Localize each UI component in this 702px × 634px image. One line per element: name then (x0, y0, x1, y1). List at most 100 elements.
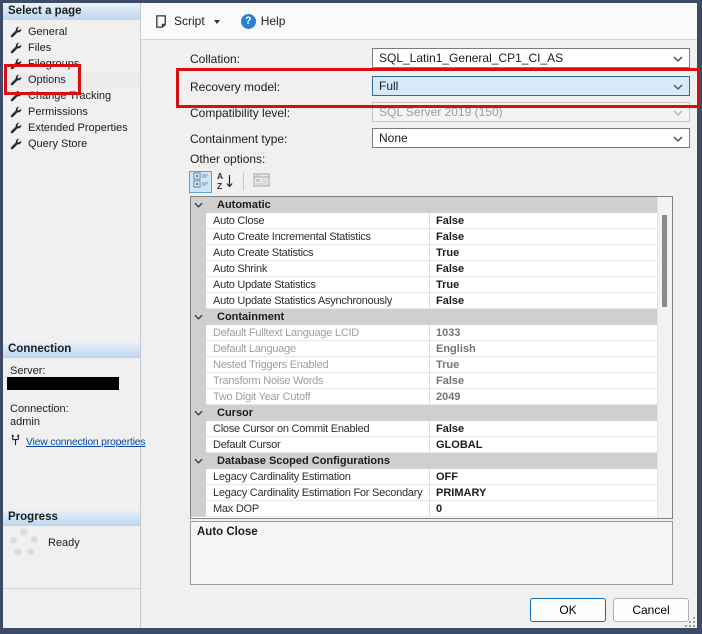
row-gutter (191, 261, 206, 277)
chevron-down-icon (191, 309, 206, 325)
collation-label: Collation: (190, 52, 240, 66)
property-value[interactable]: 0 (430, 501, 658, 517)
sidebar: Select a page General Files Filegroups (3, 3, 141, 628)
server-label: Server: (10, 365, 45, 377)
recovery-model-dropdown[interactable]: Full (372, 76, 690, 96)
property-category-row[interactable]: Cursor (191, 405, 658, 421)
property-label: Default Fulltext Language LCID (206, 325, 430, 341)
sidebar-page-item[interactable]: Options (3, 72, 140, 88)
property-category-label: Database Scoped Configurations (206, 453, 390, 469)
property-row[interactable]: Two Digit Year Cutoff 2049 (191, 389, 658, 405)
progress-status: Ready (48, 537, 80, 549)
property-value[interactable]: False (430, 261, 658, 277)
view-connection-properties-link[interactable]: View connection properties (26, 437, 145, 448)
row-gutter (191, 245, 206, 261)
row-gutter (191, 213, 206, 229)
property-value[interactable]: False (430, 293, 658, 309)
property-category-row[interactable]: Automatic (191, 197, 658, 213)
wrench-icon (10, 90, 22, 102)
property-value[interactable]: English (430, 341, 658, 357)
property-category-row[interactable]: Containment (191, 309, 658, 325)
property-value[interactable]: 2049 (430, 389, 658, 405)
property-row[interactable]: Transform Noise Words False (191, 373, 658, 389)
chevron-down-icon (191, 405, 206, 421)
help-button[interactable]: Help (261, 14, 286, 28)
alphabetical-sort-button[interactable]: A Z (214, 171, 237, 193)
row-gutter (191, 229, 206, 245)
property-category-label: Automatic (206, 197, 271, 213)
sidebar-page-item[interactable]: Filegroups (3, 56, 140, 72)
containment-type-dropdown[interactable]: None (372, 128, 690, 148)
categorized-view-button[interactable] (189, 171, 212, 193)
wrench-icon (10, 42, 22, 54)
help-icon: ? (241, 14, 256, 29)
row-gutter (191, 341, 206, 357)
property-row[interactable]: Auto Update Statistics Asynchronously Fa… (191, 293, 658, 309)
property-category-row[interactable]: Database Scoped Configurations (191, 453, 658, 469)
property-value[interactable]: OFF (430, 469, 658, 485)
row-gutter (191, 469, 206, 485)
property-value[interactable]: False (430, 421, 658, 437)
property-value[interactable]: GLOBAL (430, 437, 658, 453)
property-value[interactable]: False (430, 229, 658, 245)
collation-dropdown[interactable]: SQL_Latin1_General_CP1_CI_AS (372, 48, 690, 68)
sidebar-page-item[interactable]: Query Store (3, 136, 140, 152)
toolbar-separator (243, 173, 244, 190)
property-row[interactable]: Max DOP 0 (191, 501, 658, 517)
property-value[interactable]: 1033 (430, 325, 658, 341)
property-label: Default Cursor (206, 437, 430, 453)
database-properties-window: Select a page General Files Filegroups (0, 0, 702, 634)
property-pages-button (250, 171, 273, 193)
sidebar-page-item[interactable]: Extended Properties (3, 120, 140, 136)
sidebar-page-item[interactable]: Change Tracking (3, 88, 140, 104)
property-row[interactable]: Default Fulltext Language LCID 1033 (191, 325, 658, 341)
property-row[interactable]: Legacy Cardinality Estimation For Second… (191, 485, 658, 501)
row-gutter (191, 373, 206, 389)
sidebar-page-label: Permissions (28, 106, 88, 118)
recovery-model-value: Full (379, 79, 398, 93)
property-row[interactable]: Nested Triggers Enabled True (191, 357, 658, 373)
compatibility-level-dropdown: SQL Server 2019 (150) (372, 102, 690, 122)
select-a-page-header: Select a page (3, 3, 140, 20)
vertical-scrollbar[interactable] (657, 197, 672, 518)
property-value[interactable]: False (430, 213, 658, 229)
property-label: Transform Noise Words (206, 373, 430, 389)
property-value[interactable]: True (430, 357, 658, 373)
server-name-redacted (7, 377, 119, 390)
property-label: Auto Shrink (206, 261, 430, 277)
property-row[interactable]: Default Cursor GLOBAL (191, 437, 658, 453)
property-row[interactable]: Auto Update Statistics True (191, 277, 658, 293)
property-label: Auto Update Statistics (206, 277, 430, 293)
property-row[interactable]: Auto Create Incremental Statistics False (191, 229, 658, 245)
script-dropdown-arrow-icon[interactable] (214, 20, 220, 24)
compatibility-level-label: Compatibility level: (190, 106, 290, 120)
toolbar: Script ? Help (141, 3, 697, 40)
script-button[interactable]: Script (174, 14, 205, 28)
wrench-icon (10, 122, 22, 134)
property-row[interactable]: Close Cursor on Commit Enabled False (191, 421, 658, 437)
sidebar-page-item[interactable]: Files (3, 40, 140, 56)
ok-button[interactable]: OK (530, 598, 606, 622)
sidebar-page-item[interactable]: General (3, 24, 140, 40)
property-value[interactable]: False (430, 373, 658, 389)
wrench-icon (10, 58, 22, 70)
property-description-title: Auto Close (191, 522, 672, 538)
row-gutter (191, 421, 206, 437)
property-value[interactable]: True (430, 277, 658, 293)
property-row[interactable]: Auto Create Statistics True (191, 245, 658, 261)
connection-user: admin (10, 416, 40, 428)
property-value[interactable]: True (430, 245, 658, 261)
property-row[interactable]: Auto Shrink False (191, 261, 658, 277)
property-value[interactable]: PRIMARY (430, 485, 658, 501)
property-category-label: Containment (206, 309, 284, 325)
chevron-down-icon (191, 197, 206, 213)
property-row[interactable]: Default Language English (191, 341, 658, 357)
resize-grip[interactable] (684, 616, 697, 632)
property-row[interactable]: Auto Close False (191, 213, 658, 229)
sidebar-page-item[interactable]: Permissions (3, 104, 140, 120)
scrollbar-thumb[interactable] (662, 215, 667, 307)
property-label: Close Cursor on Commit Enabled (206, 421, 430, 437)
cancel-button[interactable]: Cancel (613, 598, 689, 622)
sidebar-page-label: General (28, 26, 67, 38)
property-row[interactable]: Legacy Cardinality Estimation OFF (191, 469, 658, 485)
